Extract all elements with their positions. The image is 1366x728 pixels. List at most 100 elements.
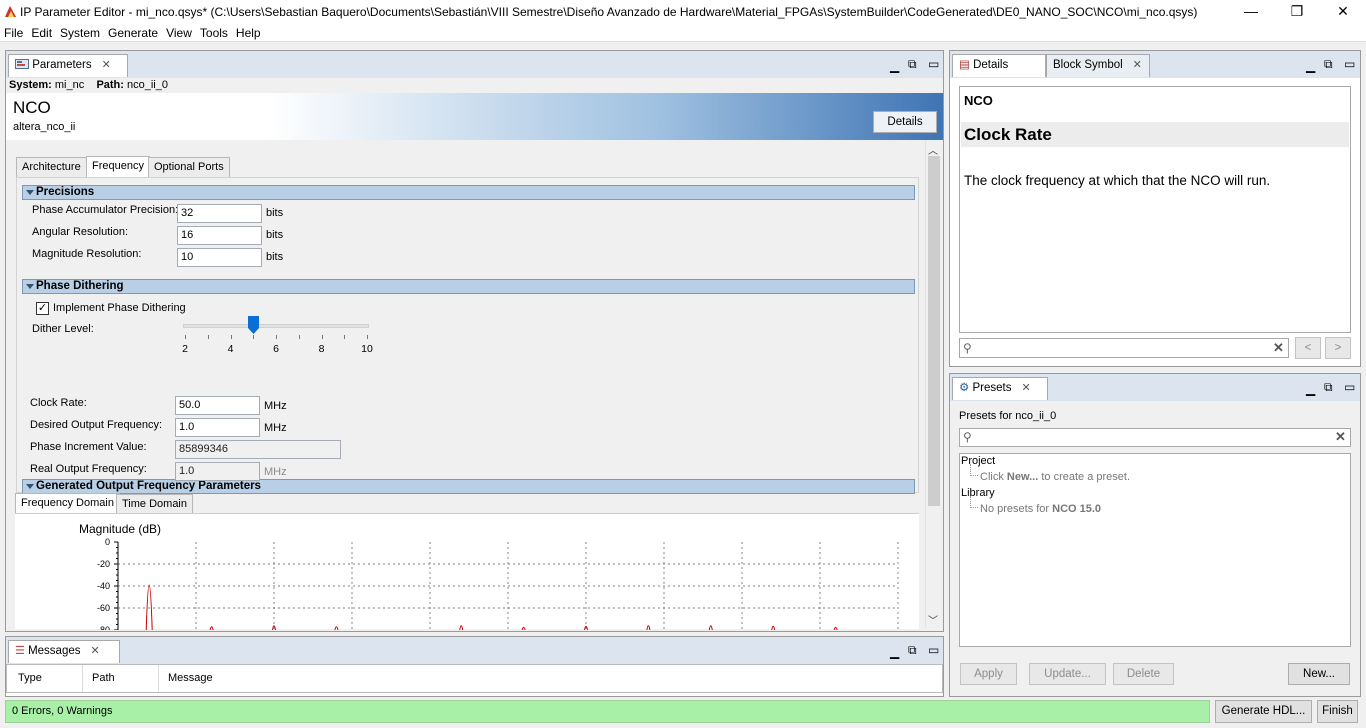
minimize-panel-icon[interactable]: ▁ xyxy=(1306,59,1315,73)
undock-panel-icon[interactable]: ⧉ xyxy=(1324,380,1333,395)
menu-generate[interactable]: Generate xyxy=(104,24,162,41)
title-bar: IP Parameter Editor - mi_nco.qsys* (C:\U… xyxy=(0,0,1366,24)
tab-architecture[interactable]: Architecture xyxy=(16,157,87,177)
presets-search-input[interactable]: ⚲ ✕ xyxy=(959,428,1351,447)
menu-help[interactable]: Help xyxy=(232,24,265,41)
details-search-input[interactable]: ⚲ ✕ xyxy=(959,338,1289,358)
menu-edit[interactable]: Edit xyxy=(27,24,56,41)
close-tab-icon[interactable]: ✕ xyxy=(102,59,111,71)
maximize-panel-icon[interactable]: ▭ xyxy=(1344,57,1355,71)
generate-hdl-button[interactable]: Generate HDL... xyxy=(1215,700,1312,723)
tab-optional-ports[interactable]: Optional Ports xyxy=(148,157,230,177)
app-icon xyxy=(5,6,16,17)
real-freq-label: Real Output Frequency: xyxy=(30,463,147,475)
slider-tick-label: 8 xyxy=(318,343,325,355)
tab-block-symbol[interactable]: Block Symbol ✕ xyxy=(1046,54,1150,77)
minimize-button[interactable]: — xyxy=(1228,0,1274,24)
output-frequency-section-header[interactable]: Generated Output Frequency Parameters xyxy=(22,479,915,494)
messages-tab-header: ☰ Messages ✕ ▁ ⧉ ▭ xyxy=(6,637,943,664)
close-tab-icon[interactable]: ✕ xyxy=(1133,59,1142,71)
angular-unit: bits xyxy=(266,229,284,241)
menu-file[interactable]: File xyxy=(0,24,27,41)
menu-bar: File Edit System Generate View Tools Help xyxy=(0,24,1366,42)
dither-slider-track[interactable] xyxy=(183,324,369,328)
menu-view[interactable]: View xyxy=(162,24,196,41)
close-tab-icon[interactable]: ✕ xyxy=(91,645,100,657)
details-panel: ▤ Details Block Symbol ✕ ▁ ⧉ ▭ NCO Clock … xyxy=(949,50,1361,367)
presets-body: Presets for nco_ii_0 ⚲ ✕ Project Click N… xyxy=(950,401,1360,696)
undock-panel-icon[interactable]: ⧉ xyxy=(1324,57,1333,72)
search-icon: ⚲ xyxy=(963,430,972,444)
presets-icon: ⚙ xyxy=(959,382,970,394)
angular-input[interactable]: 16 xyxy=(177,226,262,245)
clear-search-icon[interactable]: ✕ xyxy=(1335,429,1346,445)
undock-panel-icon[interactable]: ⧉ xyxy=(908,643,917,658)
undock-panel-icon[interactable]: ⧉ xyxy=(908,57,917,72)
slider-tick-mark xyxy=(207,335,209,339)
tab-messages[interactable]: ☰ Messages ✕ xyxy=(8,640,120,663)
minimize-panel-icon[interactable]: ▁ xyxy=(890,645,899,659)
apply-button[interactable]: Apply xyxy=(960,663,1017,685)
tab-frequency-domain[interactable]: Frequency Domain xyxy=(15,493,120,514)
tree-project[interactable]: Project xyxy=(961,455,995,467)
back-button[interactable]: < xyxy=(1295,337,1321,359)
scroll-thumb[interactable] xyxy=(928,156,940,506)
messages-table-header: Type Path Message xyxy=(6,664,943,693)
status-bar: 0 Errors, 0 Warnings xyxy=(5,700,1210,723)
y-tick-label: -20 xyxy=(97,559,110,569)
clear-search-icon[interactable]: ✕ xyxy=(1273,340,1284,356)
component-name: NCO xyxy=(13,98,51,117)
tab-presets[interactable]: ⚙ Presets ✕ xyxy=(952,377,1048,400)
minimize-panel-icon[interactable]: ▁ xyxy=(1306,382,1315,396)
tab-details[interactable]: ▤ Details xyxy=(952,54,1046,77)
spectrum-peak xyxy=(334,626,339,630)
parameters-scrollbar[interactable]: ︿ ﹀ xyxy=(925,140,941,628)
slider-tick-label: 4 xyxy=(227,343,234,355)
tab-frequency[interactable]: Frequency xyxy=(86,156,150,177)
tab-time-domain[interactable]: Time Domain xyxy=(116,494,193,514)
parameters-icon xyxy=(15,59,29,69)
column-path[interactable]: Path xyxy=(83,665,159,692)
clock-rate-field[interactable]: 50.0 xyxy=(175,396,260,415)
menu-tools[interactable]: Tools xyxy=(196,24,232,41)
magnitude-input[interactable]: 10 xyxy=(177,248,262,267)
desired-freq-input[interactable]: 1.0 xyxy=(175,418,260,437)
slider-tick-label: 6 xyxy=(273,343,279,355)
minimize-panel-icon[interactable]: ▁ xyxy=(890,59,899,73)
restore-button[interactable]: ❐ xyxy=(1274,0,1320,24)
phase-acc-input[interactable]: 32 xyxy=(177,204,262,223)
close-tab-icon[interactable]: ✕ xyxy=(1022,382,1031,394)
scroll-up-icon[interactable]: ︿ xyxy=(928,142,938,157)
search-icon: ⚲ xyxy=(963,341,972,355)
precisions-section-header[interactable]: Precisions xyxy=(22,185,915,200)
update-button[interactable]: Update... xyxy=(1029,663,1106,685)
maximize-panel-icon[interactable]: ▭ xyxy=(928,57,939,71)
spectrum-peak xyxy=(833,626,838,630)
maximize-panel-icon[interactable]: ▭ xyxy=(1344,380,1355,394)
magnitude-label: Magnitude Resolution: xyxy=(32,248,142,260)
scroll-down-icon[interactable]: ﹀ xyxy=(928,612,938,627)
dither-slider-thumb[interactable] xyxy=(247,316,259,334)
slider-tick-label: 2 xyxy=(182,343,188,355)
y-tick-label: 0 xyxy=(105,537,110,547)
angular-label: Angular Resolution: xyxy=(32,226,129,238)
finish-button[interactable]: Finish xyxy=(1317,700,1358,723)
details-icon: ▤ xyxy=(959,59,970,71)
column-type[interactable]: Type xyxy=(7,665,83,692)
column-message[interactable]: Message xyxy=(159,665,359,692)
library-hint-bold: NCO 15.0 xyxy=(1052,503,1102,515)
slider-tick-mark xyxy=(321,335,323,339)
new-preset-button[interactable]: New... xyxy=(1288,663,1350,685)
presets-tab-header: ⚙ Presets ✕ ▁ ⧉ ▭ xyxy=(950,374,1360,401)
phase-dithering-section-header[interactable]: Phase Dithering xyxy=(22,279,915,294)
implement-dithering-checkbox[interactable]: ✓ xyxy=(36,302,49,315)
tab-parameters[interactable]: Parameters ✕ xyxy=(8,54,128,77)
close-button[interactable]: ✕ xyxy=(1320,0,1366,24)
spectrum-peak xyxy=(521,626,526,630)
forward-button[interactable]: > xyxy=(1325,337,1351,359)
details-button[interactable]: Details xyxy=(873,111,937,133)
delete-button[interactable]: Delete xyxy=(1113,663,1174,685)
menu-system[interactable]: System xyxy=(56,24,104,41)
clock-rate-label-2: Clock Rate: xyxy=(30,397,87,409)
maximize-panel-icon[interactable]: ▭ xyxy=(928,643,939,657)
